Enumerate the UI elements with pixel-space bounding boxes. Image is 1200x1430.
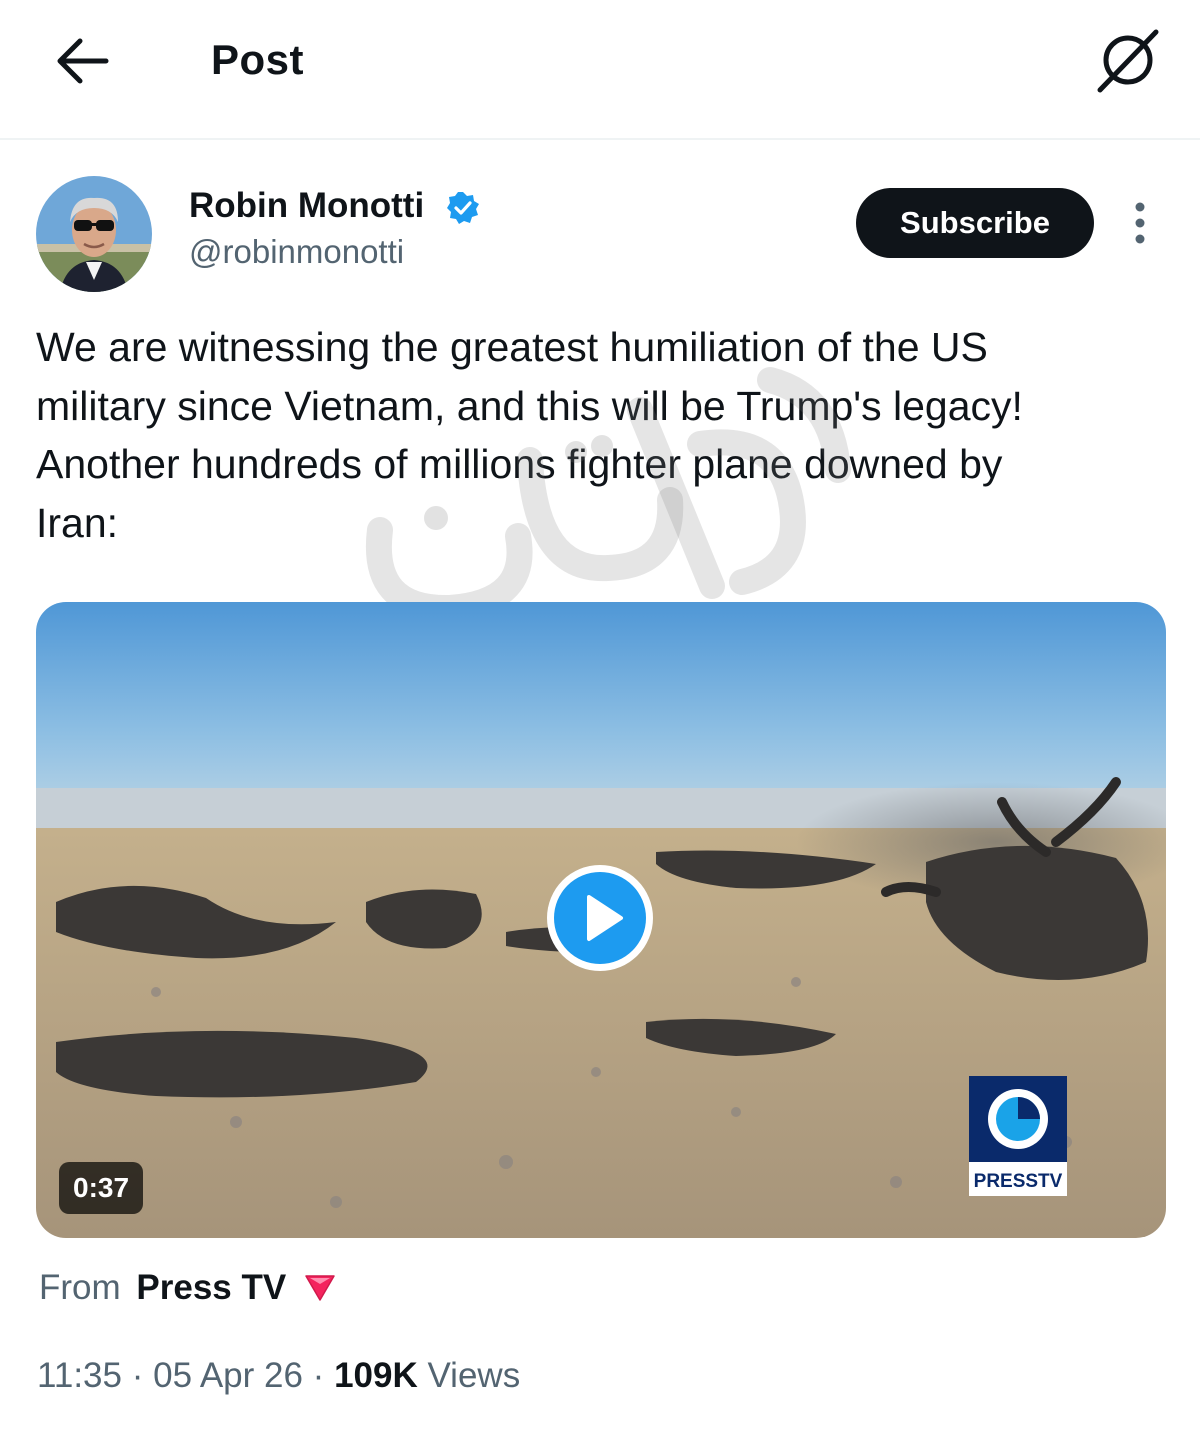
post-meta: 11:35 · 05 Apr 26 · 109K Views xyxy=(37,1356,520,1396)
top-bar: Post xyxy=(0,0,1200,140)
tweet-text: We are witnessing the greatest humiliati… xyxy=(36,324,1023,546)
source-prefix: From xyxy=(39,1268,121,1307)
subscribe-button[interactable]: Subscribe xyxy=(856,188,1094,258)
grok-icon[interactable] xyxy=(1092,24,1164,96)
presstv-channel-logo: PRESSTV xyxy=(969,1076,1067,1196)
post-time[interactable]: 11:35 xyxy=(37,1356,122,1395)
video-player[interactable]: 0:37 PRESSTV xyxy=(36,602,1166,1238)
source-link[interactable]: Press TV xyxy=(136,1268,286,1307)
page-title: Post xyxy=(211,36,305,83)
video-duration: 0:37 xyxy=(59,1162,144,1214)
source-line: From Press TV xyxy=(39,1268,336,1308)
views-label: Views xyxy=(427,1356,521,1395)
avatar[interactable] xyxy=(36,176,152,292)
views-count: 109K xyxy=(334,1356,418,1395)
play-icon[interactable] xyxy=(544,862,656,974)
meta-separator: · xyxy=(122,1356,154,1395)
presstv-logo-text: PRESSTV xyxy=(974,1171,1063,1192)
meta-separator: · xyxy=(302,1356,335,1395)
verified-badge-icon xyxy=(447,192,479,224)
more-vertical-icon[interactable] xyxy=(1128,200,1152,246)
author-handle[interactable]: @robinmonotti xyxy=(189,233,404,271)
red-triangle-icon xyxy=(305,1275,335,1301)
author-name[interactable]: Robin Monotti xyxy=(189,186,424,226)
post-date[interactable]: 05 Apr 26 xyxy=(153,1356,303,1395)
back-arrow-icon[interactable] xyxy=(52,36,110,86)
